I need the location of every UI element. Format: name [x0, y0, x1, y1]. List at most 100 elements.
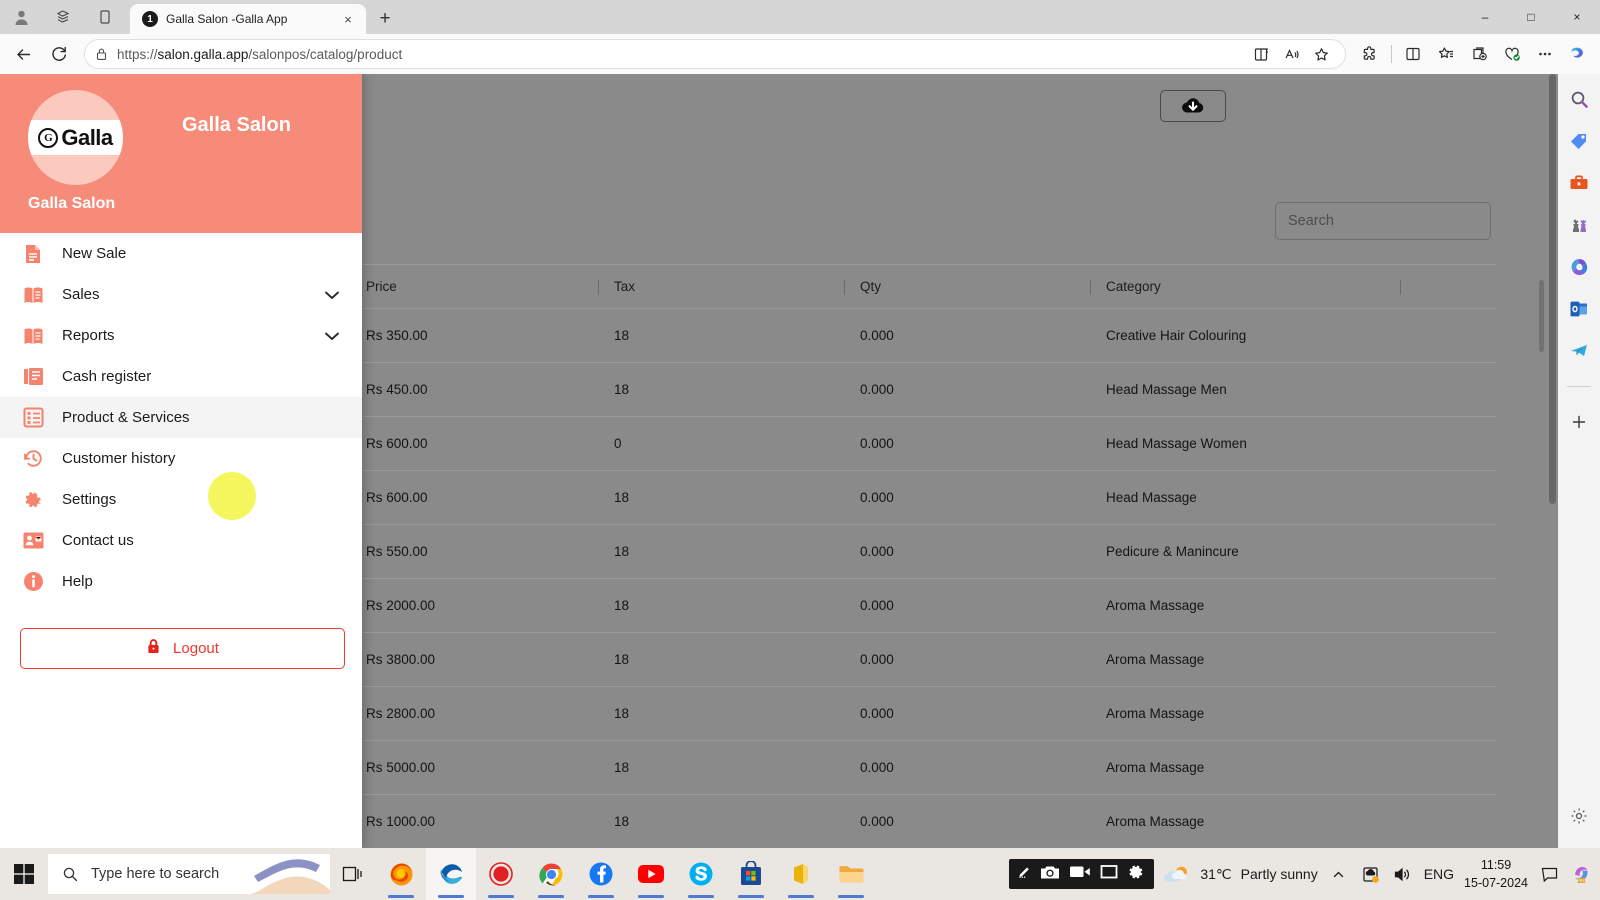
- split-favorites-icon[interactable]: [1430, 38, 1462, 70]
- chevron-up-icon[interactable]: [1328, 863, 1350, 885]
- volume-icon[interactable]: [1392, 863, 1414, 885]
- games-icon[interactable]: [1566, 212, 1592, 238]
- office-icon[interactable]: [776, 848, 826, 900]
- sidebar-item-new-sale[interactable]: New Sale: [0, 233, 362, 274]
- column-header-category[interactable]: Category: [1090, 264, 1400, 309]
- taskbar-search[interactable]: Type here to search: [48, 854, 330, 894]
- refresh-icon[interactable]: [42, 38, 76, 70]
- product-actions[interactable]: [1400, 416, 1497, 471]
- edge-icon[interactable]: [426, 848, 476, 900]
- telegram-icon[interactable]: [1566, 338, 1592, 364]
- sidebar-item-sales[interactable]: Sales: [0, 274, 362, 315]
- action-center-icon[interactable]: [1538, 863, 1560, 885]
- logout-button[interactable]: Logout: [20, 628, 345, 669]
- skype-icon[interactable]: [676, 848, 726, 900]
- column-header-price[interactable]: Price: [350, 264, 598, 309]
- minimize-button[interactable]: –: [1462, 0, 1508, 34]
- download-button[interactable]: [1160, 90, 1226, 122]
- microsoft-store-icon[interactable]: [726, 848, 776, 900]
- onedrive-icon[interactable]: [1360, 863, 1382, 885]
- sidebar-item-help[interactable]: Help: [0, 561, 362, 602]
- product-actions[interactable]: [1400, 794, 1497, 848]
- browser-health-icon[interactable]: [1496, 38, 1528, 70]
- task-view-icon[interactable]: [330, 848, 376, 900]
- product-actions[interactable]: [1400, 686, 1497, 741]
- sidebar-settings[interactable]: [1558, 806, 1600, 826]
- video-icon[interactable]: [1069, 864, 1091, 884]
- product-qty: 0.000: [844, 632, 1090, 687]
- more-options-icon[interactable]: [1529, 38, 1561, 70]
- sidebar-item-customer-history[interactable]: Customer history: [0, 438, 362, 479]
- product-actions[interactable]: [1400, 632, 1497, 687]
- microsoft-365-icon[interactable]: [1566, 254, 1592, 280]
- screen-recorder-icon[interactable]: [476, 848, 526, 900]
- clock-widget[interactable]: 11:59 15-07-2024: [1464, 856, 1528, 892]
- language-indicator[interactable]: ENG: [1424, 866, 1454, 882]
- back-icon[interactable]: [6, 38, 40, 70]
- product-actions[interactable]: [1400, 308, 1497, 363]
- favorite-star-icon[interactable]: [1307, 41, 1335, 67]
- gear-icon[interactable]: [1127, 863, 1145, 886]
- product-actions[interactable]: [1400, 362, 1497, 417]
- sidebar-item-reports[interactable]: Reports: [0, 315, 362, 356]
- firefox-icon[interactable]: [376, 848, 426, 900]
- new-tab-button[interactable]: +: [370, 4, 400, 34]
- product-category: Aroma Massage: [1090, 686, 1400, 741]
- browser-essentials-icon[interactable]: [1397, 38, 1429, 70]
- chrome-icon[interactable]: [526, 848, 576, 900]
- add-collection-icon[interactable]: [1463, 38, 1495, 70]
- windows-start-icon[interactable]: [0, 848, 48, 900]
- page-scrollbar[interactable]: [1546, 74, 1558, 848]
- facebook-icon[interactable]: [576, 848, 626, 900]
- close-window-button[interactable]: ×: [1554, 0, 1600, 34]
- clock-date: 15-07-2024: [1464, 876, 1528, 890]
- product-actions[interactable]: [1400, 578, 1497, 633]
- sidebar-item-cash-register[interactable]: Cash register: [0, 356, 362, 397]
- extensions-icon[interactable]: [1354, 38, 1386, 70]
- tools-icon[interactable]: [1566, 170, 1592, 196]
- column-header-qty[interactable]: Qty: [844, 264, 1090, 309]
- product-tax: 18: [598, 470, 844, 525]
- chevron-down-icon[interactable]: [324, 290, 340, 300]
- sidebar-item-product-services[interactable]: Product & Services: [0, 397, 362, 438]
- lock-icon: [146, 638, 161, 660]
- search-icon[interactable]: [1566, 86, 1592, 112]
- column-header-tax[interactable]: Tax: [598, 264, 844, 309]
- youtube-icon[interactable]: [626, 848, 676, 900]
- sidebar-item-settings[interactable]: Settings: [0, 479, 362, 520]
- file-explorer-icon[interactable]: [826, 848, 876, 900]
- column-header-actions[interactable]: [1400, 264, 1497, 309]
- copilot-icon[interactable]: [1562, 38, 1594, 70]
- copilot-pro-icon[interactable]: PRO: [1570, 863, 1592, 885]
- product-tax: 18: [598, 308, 844, 363]
- address-bar[interactable]: https://salon.galla.app/salonpos/catalog…: [84, 39, 1346, 69]
- profile-icon[interactable]: [0, 0, 42, 34]
- chevron-down-icon[interactable]: [324, 331, 340, 341]
- split-screen-icon[interactable]: [1247, 41, 1275, 67]
- camera-icon[interactable]: [1040, 864, 1060, 885]
- device-icon[interactable]: [84, 0, 126, 34]
- product-actions[interactable]: [1400, 524, 1497, 579]
- weather-widget[interactable]: 31℃ Partly sunny: [1164, 863, 1318, 885]
- search-input[interactable]: [1288, 213, 1478, 229]
- outlook-icon[interactable]: [1566, 296, 1592, 322]
- product-actions[interactable]: [1400, 740, 1497, 795]
- product-actions[interactable]: [1400, 470, 1497, 525]
- collections-icon[interactable]: [42, 0, 84, 34]
- table-scrollbar[interactable]: [1539, 280, 1544, 352]
- maximize-button[interactable]: □: [1508, 0, 1554, 34]
- close-tab-icon[interactable]: ×: [338, 9, 358, 29]
- search-box[interactable]: [1275, 202, 1491, 240]
- recorder-toolbar[interactable]: [1009, 859, 1155, 889]
- read-aloud-icon[interactable]: [1277, 41, 1305, 67]
- product-tax: 18: [598, 578, 844, 633]
- page-scrollbar-thumb[interactable]: [1549, 74, 1556, 504]
- sidebar-item-contact-us[interactable]: Contact us: [0, 520, 362, 561]
- window-icon[interactable]: [1100, 864, 1118, 884]
- svg-text:PRO: PRO: [1577, 878, 1586, 883]
- browser-tab[interactable]: 1 Galla Salon -Galla App ×: [130, 4, 366, 34]
- pen-icon[interactable]: [1018, 864, 1031, 884]
- add-icon[interactable]: [1566, 409, 1592, 435]
- shopping-tag-icon[interactable]: [1566, 128, 1592, 154]
- product-tax: 18: [598, 632, 844, 687]
